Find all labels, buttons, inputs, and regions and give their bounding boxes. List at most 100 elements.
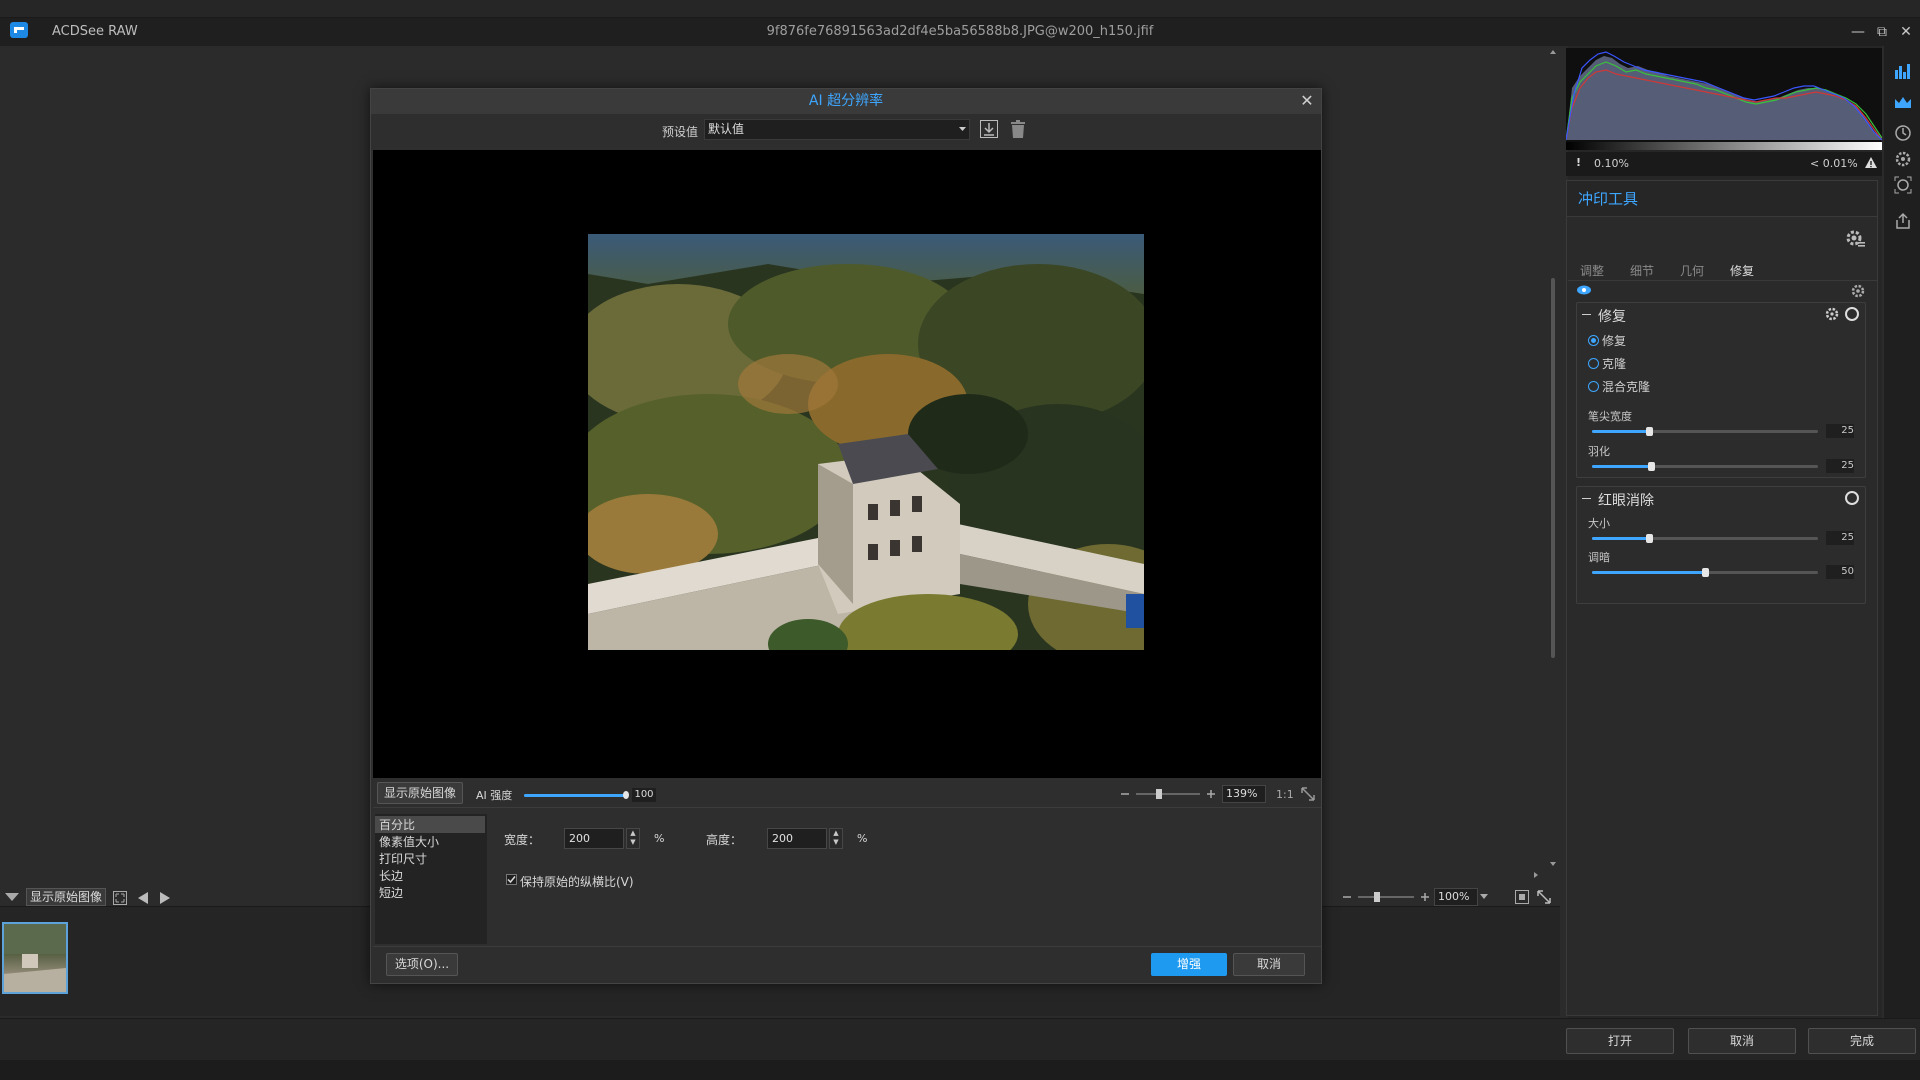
- dialog-cancel-button[interactable]: 取消: [1233, 953, 1305, 976]
- shadow-clip-icon[interactable]: !: [1576, 156, 1581, 169]
- show-original-button[interactable]: 显示原始图像: [377, 782, 463, 804]
- feather-slider[interactable]: [1592, 462, 1818, 471]
- histogram: [1566, 48, 1882, 150]
- radio-clone[interactable]: 克隆: [1588, 355, 1626, 372]
- chevron-down-icon[interactable]: [1480, 894, 1488, 900]
- focus-icon[interactable]: [1894, 176, 1912, 194]
- width-stepper[interactable]: ▲ ▼: [626, 828, 640, 849]
- preset-dropdown[interactable]: 默认值: [704, 119, 970, 140]
- radio-mixed-clone[interactable]: 混合克隆: [1588, 378, 1650, 395]
- options-button[interactable]: 选项(O)...: [386, 953, 458, 976]
- dialog-close-icon[interactable]: ✕: [1295, 89, 1319, 113]
- zoom-in-icon[interactable]: [1206, 789, 1216, 799]
- slider-value[interactable]: 50: [1826, 565, 1854, 579]
- repair-reset-icon[interactable]: [1844, 306, 1860, 322]
- viewer-vertical-scrollbar[interactable]: [1548, 48, 1558, 870]
- minimize-button[interactable]: —: [1848, 22, 1868, 42]
- done-button[interactable]: 完成: [1808, 1028, 1916, 1054]
- bottom-cancel-button[interactable]: 取消: [1688, 1028, 1796, 1054]
- repair-group-title: 修复: [1598, 309, 1626, 325]
- right-toolbar: [1884, 46, 1920, 1018]
- highlight-warning-icon[interactable]: [1864, 156, 1878, 169]
- collapse-icon[interactable]: [1582, 498, 1591, 499]
- histogram-icon[interactable]: [1894, 62, 1912, 80]
- zoom-in-icon[interactable]: [1420, 892, 1430, 902]
- height-stepper[interactable]: ▲ ▼: [829, 828, 843, 849]
- collapse-icon[interactable]: [1582, 314, 1591, 315]
- actual-size-icon[interactable]: [1514, 889, 1530, 905]
- histogram-clipping-bar: ! 0.10% < 0.01%: [1566, 152, 1882, 176]
- ai-strength-slider[interactable]: [524, 791, 629, 799]
- slider-label: 大小: [1588, 517, 1610, 530]
- ai-strength-label: AI 强度: [476, 789, 513, 802]
- radio-heal[interactable]: 修复: [1588, 332, 1626, 349]
- resize-mode-list: 百分比 像素值大小 打印尺寸 长边 短边: [375, 814, 487, 944]
- delete-preset-icon[interactable]: [1009, 119, 1027, 139]
- redeye-reset-icon[interactable]: [1844, 490, 1860, 506]
- next-icon[interactable]: [158, 890, 172, 906]
- redeye-group-title: 红眼消除: [1598, 493, 1654, 509]
- brush-width-slider[interactable]: [1592, 427, 1818, 436]
- mode-item-long-edge[interactable]: 长边: [379, 867, 403, 884]
- keep-ratio-checkbox[interactable]: [506, 874, 517, 885]
- actual-size-button[interactable]: 1:1: [1276, 788, 1294, 801]
- zoom-out-icon[interactable]: [1342, 892, 1352, 902]
- mode-item-percent[interactable]: 百分比: [375, 816, 485, 833]
- save-preset-icon[interactable]: [979, 119, 999, 139]
- fit-screen-icon[interactable]: [112, 890, 128, 906]
- radio-button[interactable]: [1588, 381, 1599, 392]
- slider-value[interactable]: 25: [1826, 459, 1854, 473]
- tab-divider: [1568, 280, 1878, 281]
- restore-button[interactable]: ⧉: [1872, 22, 1892, 42]
- filmstrip-thumbnail[interactable]: [2, 922, 68, 994]
- mode-item-pixels[interactable]: 像素值大小: [379, 833, 439, 850]
- share-icon[interactable]: [1894, 212, 1912, 230]
- collapse-filmstrip-icon[interactable]: [4, 892, 20, 902]
- presets-icon[interactable]: [1894, 150, 1912, 168]
- settings-presets-icon[interactable]: [1844, 228, 1866, 250]
- repair-settings-gear-icon[interactable]: [1824, 306, 1840, 322]
- gear-icon[interactable]: [1850, 283, 1866, 299]
- eye-icon[interactable]: [1576, 284, 1592, 296]
- crown-icon[interactable]: [1894, 96, 1912, 110]
- chevron-down-icon: [959, 127, 966, 131]
- window-close-button[interactable]: ✕: [1896, 22, 1916, 42]
- redeye-darken-slider[interactable]: [1592, 568, 1818, 577]
- slider-label: 羽化: [1588, 445, 1610, 458]
- previous-icon[interactable]: [136, 890, 150, 906]
- mode-item-short-edge[interactable]: 短边: [379, 884, 403, 901]
- history-icon[interactable]: [1894, 124, 1912, 142]
- tab-geometry[interactable]: 几何: [1680, 262, 1704, 279]
- slider-value[interactable]: 25: [1826, 424, 1854, 438]
- enhance-button[interactable]: 增强: [1151, 953, 1227, 976]
- expand-icon[interactable]: [1300, 786, 1316, 802]
- radio-label: 克隆: [1602, 357, 1627, 371]
- keep-ratio-label[interactable]: 保持原始的纵横比(V): [520, 873, 634, 890]
- zoom-out-icon[interactable]: [1120, 789, 1130, 799]
- expand-icon[interactable]: [1536, 889, 1552, 905]
- preset-value: 默认值: [708, 122, 745, 136]
- tab-repair[interactable]: 修复: [1730, 262, 1754, 279]
- height-input[interactable]: 200: [767, 828, 827, 849]
- highlight-clip-value: < 0.01%: [1810, 157, 1858, 170]
- radio-button[interactable]: [1588, 335, 1599, 346]
- scroll-down-icon[interactable]: [1549, 860, 1557, 868]
- open-button[interactable]: 打开: [1566, 1028, 1674, 1054]
- mode-item-print-size[interactable]: 打印尺寸: [379, 850, 427, 867]
- redeye-size-slider[interactable]: [1592, 534, 1818, 543]
- filmstrip-show-original-button[interactable]: 显示原始图像: [26, 888, 106, 906]
- radio-label: 修复: [1602, 334, 1627, 348]
- slider-value[interactable]: 25: [1826, 531, 1854, 545]
- width-input[interactable]: 200: [564, 828, 624, 849]
- tab-adjust[interactable]: 调整: [1580, 262, 1604, 279]
- scroll-up-icon[interactable]: [1549, 48, 1557, 56]
- tab-detail[interactable]: 细节: [1630, 262, 1654, 279]
- viewer-zoom-slider[interactable]: [1358, 892, 1414, 902]
- ai-strength-value[interactable]: 100: [632, 788, 656, 802]
- shadow-clip-value: 0.10%: [1594, 157, 1629, 170]
- slider-label: 调暗: [1588, 551, 1610, 564]
- viewer-zoom-input[interactable]: 100%: [1434, 888, 1478, 906]
- preview-zoom-slider[interactable]: [1136, 789, 1200, 799]
- radio-button[interactable]: [1588, 358, 1599, 369]
- preview-zoom-input[interactable]: 139%: [1222, 785, 1266, 803]
